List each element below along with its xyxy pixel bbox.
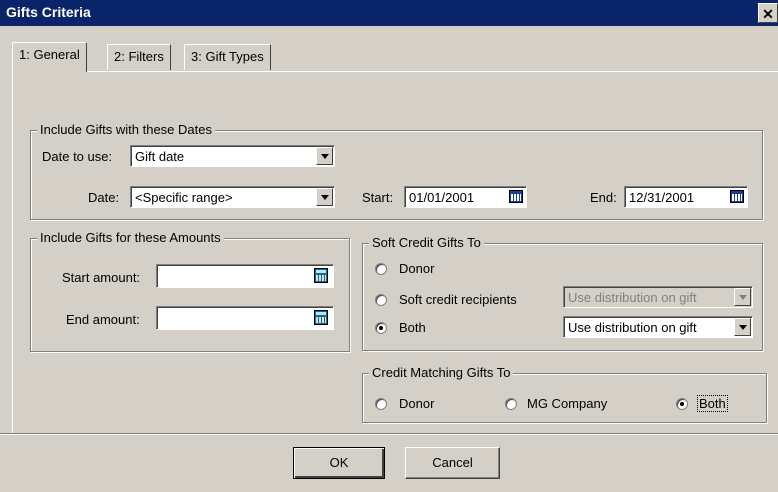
dates-group-legend: Include Gifts with these Dates (37, 122, 215, 137)
recipients-distribution-select[interactable]: Use distribution on gift (563, 286, 753, 308)
chevron-down-icon[interactable] (734, 288, 751, 306)
chevron-down-icon[interactable] (316, 147, 333, 165)
tab-gift-types[interactable]: 3: Gift Types (184, 44, 271, 70)
date-range-select[interactable]: <Specific range> (130, 186, 335, 208)
chevron-down-icon[interactable] (734, 318, 751, 336)
calculator-icon[interactable] (314, 310, 328, 325)
date-to-use-label: Date to use: (42, 149, 113, 164)
soft-credit-group-legend: Soft Credit Gifts To (369, 235, 484, 250)
start-date-value: 01/01/2001 (409, 190, 475, 205)
tab-filters-label: 2: Filters (114, 49, 164, 64)
calendar-icon[interactable] (730, 190, 744, 203)
start-date-field[interactable]: 01/01/2001 (404, 186, 527, 208)
cancel-button[interactable]: Cancel (405, 447, 500, 479)
start-amount-label: Start amount: (62, 270, 141, 285)
matching-donor-label[interactable]: Donor (399, 396, 434, 411)
calculator-icon[interactable] (314, 268, 328, 283)
tab-gift-types-label: 3: Gift Types (191, 49, 264, 64)
end-amount-field[interactable] (156, 306, 334, 330)
dialog-title: Gifts Criteria (6, 4, 91, 20)
end-amount-label: End amount: (66, 312, 140, 327)
matching-donor-radio[interactable] (375, 398, 387, 410)
end-date-label: End: (590, 190, 617, 205)
tab-filters[interactable]: 2: Filters (107, 44, 171, 70)
end-date-field[interactable]: 12/31/2001 (624, 186, 748, 208)
title-bar: Gifts Criteria ✕ (0, 0, 778, 26)
date-to-use-value: Gift date (135, 149, 185, 164)
matching-mg-company-label[interactable]: MG Company (527, 396, 607, 411)
calendar-icon[interactable] (509, 190, 523, 203)
tab-general[interactable]: 1: General (12, 42, 87, 72)
amounts-group-legend: Include Gifts for these Amounts (37, 230, 224, 245)
close-button[interactable]: ✕ (758, 3, 778, 23)
footer-separator (0, 433, 778, 435)
start-date-label: Start: (362, 190, 394, 205)
soft-credit-donor-label[interactable]: Donor (399, 261, 434, 276)
matching-mg-company-radio[interactable] (505, 398, 517, 410)
chevron-down-icon[interactable] (316, 188, 333, 206)
soft-credit-recipients-label[interactable]: Soft credit recipients (399, 292, 517, 307)
soft-credit-donor-radio[interactable] (375, 263, 387, 275)
both-distribution-value: Use distribution on gift (568, 320, 697, 335)
date-label: Date: (88, 190, 120, 205)
amounts-group: Include Gifts for these Amounts (30, 230, 350, 352)
end-date-value: 12/31/2001 (629, 190, 695, 205)
tab-general-label: 1: General (19, 47, 80, 62)
both-distribution-select[interactable]: Use distribution on gift (563, 316, 753, 338)
gifts-criteria-dialog: Gifts Criteria ✕ 1: General 2: Filters 3… (0, 0, 778, 492)
soft-credit-both-radio[interactable] (375, 322, 387, 334)
date-range-value: <Specific range> (135, 190, 233, 205)
matching-both-label[interactable]: Both (697, 395, 728, 412)
matching-both-radio[interactable] (676, 398, 688, 410)
start-amount-field[interactable] (156, 264, 334, 288)
date-to-use-select[interactable]: Gift date (130, 145, 335, 167)
matching-gifts-group-legend: Credit Matching Gifts To (369, 365, 514, 380)
ok-button[interactable]: OK (293, 447, 385, 479)
close-icon: ✕ (762, 6, 774, 22)
soft-credit-both-label[interactable]: Both (399, 320, 426, 335)
recipients-distribution-value: Use distribution on gift (568, 290, 697, 305)
soft-credit-recipients-radio[interactable] (375, 294, 387, 306)
